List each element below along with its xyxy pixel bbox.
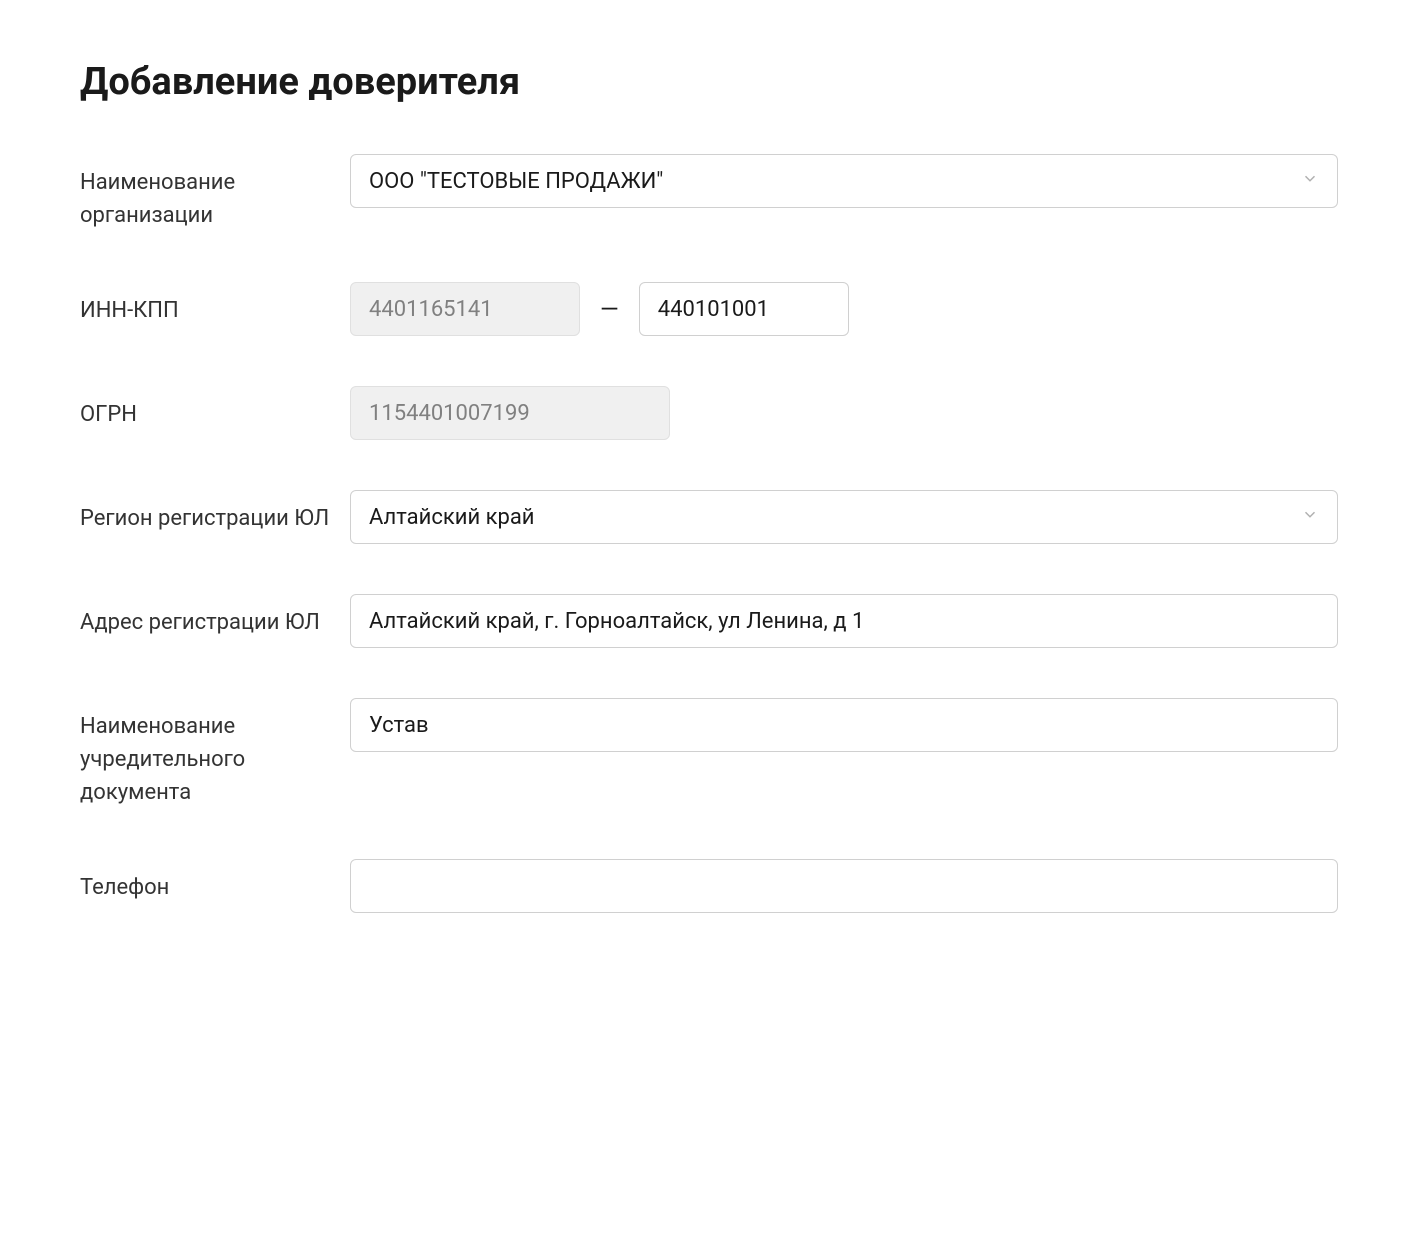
region-row: Регион регистрации ЮЛ Алтайский край	[80, 490, 1338, 544]
address-row: Адрес регистрации ЮЛ	[80, 594, 1338, 648]
phone-row: Телефон	[80, 859, 1338, 913]
address-label: Адрес регистрации ЮЛ	[80, 594, 350, 639]
ogrn-row: ОГРН	[80, 386, 1338, 440]
phone-input[interactable]	[350, 859, 1338, 913]
inn-kpp-separator: —	[596, 295, 623, 323]
org-name-row: Наименование организации ООО "ТЕСТОВЫЕ П…	[80, 154, 1338, 232]
address-input[interactable]	[350, 594, 1338, 648]
region-value: Алтайский край	[369, 505, 535, 530]
page-title: Добавление доверителя	[80, 60, 1338, 104]
founding-doc-row: Наименование учредительного документа	[80, 698, 1338, 809]
chevron-down-icon	[1301, 505, 1319, 530]
phone-label: Телефон	[80, 859, 350, 904]
inn-kpp-label: ИНН-КПП	[80, 282, 350, 327]
ogrn-input	[350, 386, 670, 440]
inn-kpp-row: ИНН-КПП —	[80, 282, 1338, 336]
kpp-input[interactable]	[639, 282, 849, 336]
org-name-value: ООО "ТЕСТОВЫЕ ПРОДАЖИ"	[369, 169, 663, 194]
inn-input	[350, 282, 580, 336]
founding-doc-label: Наименование учредительного документа	[80, 698, 350, 809]
org-name-select[interactable]: ООО "ТЕСТОВЫЕ ПРОДАЖИ"	[350, 154, 1338, 208]
region-select[interactable]: Алтайский край	[350, 490, 1338, 544]
founding-doc-input[interactable]	[350, 698, 1338, 752]
org-name-label: Наименование организации	[80, 154, 350, 232]
ogrn-label: ОГРН	[80, 386, 350, 431]
chevron-down-icon	[1301, 169, 1319, 194]
region-label: Регион регистрации ЮЛ	[80, 490, 350, 535]
